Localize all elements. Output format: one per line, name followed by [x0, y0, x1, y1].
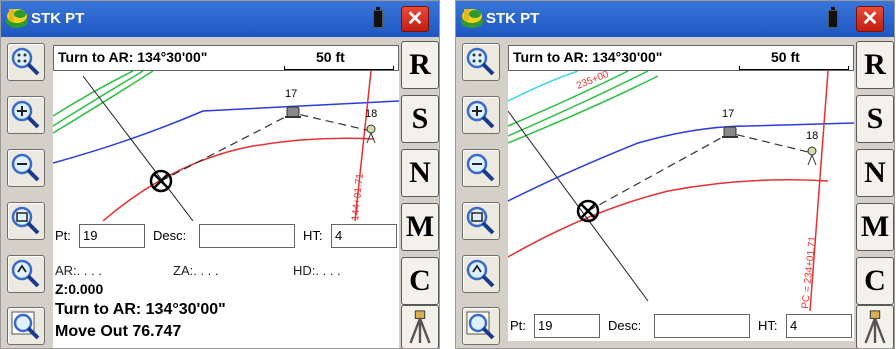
zoom-previous-icon	[11, 259, 40, 288]
zoom-extents-icon	[11, 47, 40, 76]
point-18-label: 18	[806, 130, 818, 142]
zoom-out-button[interactable]	[462, 149, 500, 187]
c-button[interactable]: C	[856, 257, 894, 305]
close-button[interactable]: ✕	[856, 6, 884, 32]
zoom-out-button[interactable]	[7, 149, 45, 187]
battery-icon	[373, 7, 383, 28]
turn-angle-text: Turn to AR: 134°30'00"	[513, 49, 663, 65]
close-button[interactable]: ✕	[401, 6, 429, 32]
app-logo-icon	[6, 9, 28, 28]
zoom-toolbar	[456, 37, 508, 348]
window-title: STK PT	[31, 10, 85, 27]
zoom-in-button[interactable]	[462, 96, 500, 134]
c-button[interactable]: C	[401, 257, 439, 305]
zoom-out-icon	[11, 153, 40, 182]
title-bar: STK PT ✕	[1, 1, 439, 37]
zoom-window-icon	[466, 206, 495, 235]
map-view[interactable]: 17 18 144+01.71	[53, 71, 399, 221]
stake-toolbar: R S N M C	[856, 37, 894, 348]
pt-input[interactable]: 19	[534, 314, 600, 338]
map-canvas: 17 18 144+01.71	[53, 71, 399, 221]
pt-input[interactable]: 19	[79, 224, 145, 248]
zoom-out-icon	[466, 153, 495, 182]
map-canvas: 17 18 235+00 PC = 234+01.71	[508, 71, 854, 311]
move-readout: Move Out 76.747	[55, 323, 182, 340]
zoom-window-icon	[11, 206, 40, 235]
desc-input[interactable]	[654, 314, 750, 338]
zoom-current-icon	[11, 311, 40, 340]
title-bar: STK PT ✕	[456, 1, 894, 37]
station-label: 144+01.71	[350, 172, 366, 221]
zoom-previous-button[interactable]	[7, 255, 45, 293]
turn-angle-text: Turn to AR: 134°30'00"	[58, 49, 208, 65]
turn-readout: Turn to AR: 134°30'00"	[55, 301, 226, 318]
zoom-previous-icon	[466, 259, 495, 288]
hd-readout: HD:. . . .	[293, 263, 341, 278]
ht-label: HT:	[303, 228, 323, 243]
za-readout: ZA:. . . .	[173, 263, 219, 278]
r-button[interactable]: R	[401, 41, 439, 89]
point-17-label: 17	[285, 88, 297, 100]
right-screen: STK PT ✕ Turn to AR: 134°30'00" 50 ft 17…	[455, 0, 895, 349]
left-screen: STK PT ✕ Turn to AR: 134°30'00" 50 ft 17…	[0, 0, 440, 349]
zoom-toolbar	[1, 37, 53, 348]
window-title: STK PT	[486, 10, 540, 27]
zoom-current-button[interactable]	[7, 307, 45, 345]
pt-label: Pt:	[510, 318, 526, 333]
m-button[interactable]: M	[856, 203, 894, 251]
zoom-extents-icon	[466, 47, 495, 76]
scale-text: 50 ft	[316, 49, 345, 65]
instrument-button[interactable]	[401, 305, 439, 348]
zoom-in-icon	[11, 100, 40, 129]
point-17-label: 17	[722, 108, 734, 120]
zoom-window-button[interactable]	[7, 202, 45, 240]
r-button[interactable]: R	[856, 41, 894, 89]
scale-bar	[284, 66, 394, 70]
scale-text: 50 ft	[771, 49, 800, 65]
z-readout: Z:0.000	[55, 281, 104, 297]
m-button[interactable]: M	[401, 203, 439, 251]
n-button[interactable]: N	[856, 149, 894, 197]
ht-input[interactable]: 4	[331, 224, 397, 248]
zoom-extents-button[interactable]	[7, 43, 45, 81]
ht-input[interactable]: 4	[786, 314, 852, 338]
n-button[interactable]: N	[401, 149, 439, 197]
desc-input[interactable]	[199, 224, 295, 248]
s-button[interactable]: S	[856, 95, 894, 143]
desc-label: Desc:	[153, 228, 187, 243]
scale-bar	[739, 66, 849, 70]
ht-label: HT:	[758, 318, 778, 333]
pc-station-label: PC = 234+01.71	[800, 235, 819, 309]
point-form: Pt: 19 Desc: HT: 4	[53, 221, 399, 251]
tripod-icon	[409, 310, 431, 344]
info-bar: Turn to AR: 134°30'00" 50 ft	[508, 45, 854, 71]
zoom-extents-button[interactable]	[462, 43, 500, 81]
battery-icon	[828, 7, 838, 28]
info-bar: Turn to AR: 134°30'00" 50 ft	[53, 45, 399, 71]
instrument-button[interactable]	[856, 305, 894, 348]
tripod-icon	[864, 310, 886, 344]
app-logo-icon	[461, 9, 483, 28]
map-view[interactable]: 17 18 235+00 PC = 234+01.71	[508, 71, 854, 311]
ar-readout: AR:. . . .	[55, 263, 102, 278]
pt-label: Pt:	[55, 228, 71, 243]
stake-toolbar: R S N M C	[401, 37, 439, 348]
point-18-label: 18	[365, 108, 377, 120]
stakeout-readout: AR:. . . . ZA:. . . . HD:. . . . Z:0.000…	[53, 251, 399, 348]
zoom-current-icon	[466, 311, 495, 340]
point-form: Pt: 19 Desc: HT: 4	[508, 311, 854, 341]
zoom-previous-button[interactable]	[462, 255, 500, 293]
desc-label: Desc:	[608, 318, 642, 333]
zoom-in-icon	[466, 100, 495, 129]
s-button[interactable]: S	[401, 95, 439, 143]
zoom-in-button[interactable]	[7, 96, 45, 134]
zoom-current-button[interactable]	[462, 307, 500, 345]
zoom-window-button[interactable]	[462, 202, 500, 240]
